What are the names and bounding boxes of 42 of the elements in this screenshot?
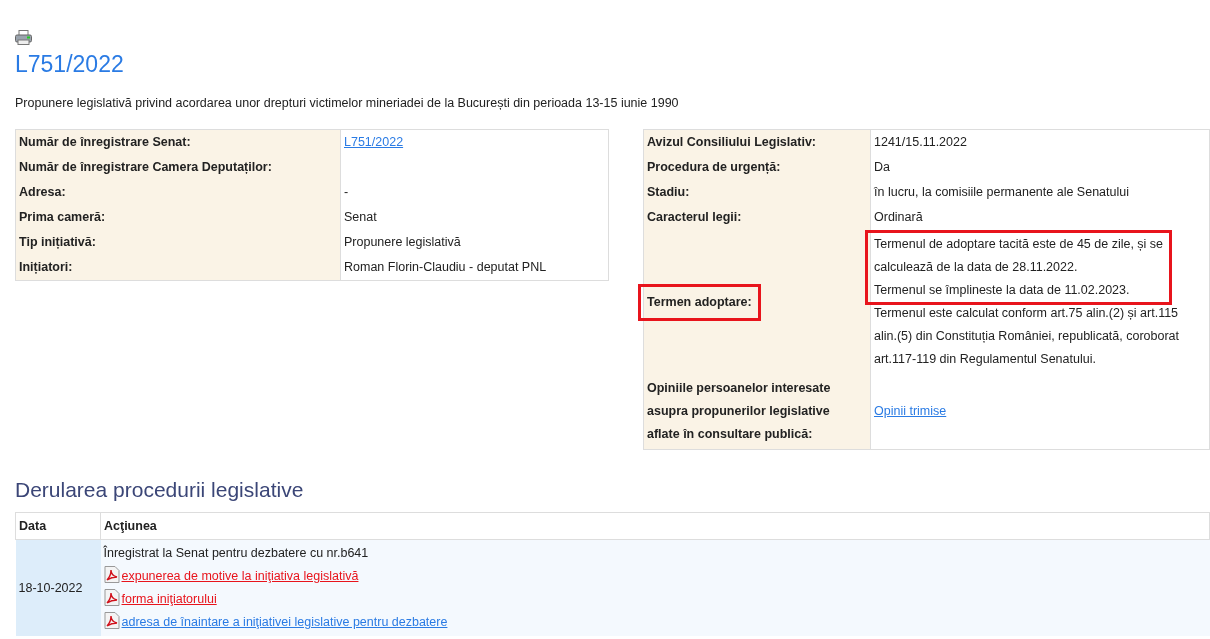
value-text: Propunere legislativă xyxy=(344,235,461,250)
field-label: Adresa: xyxy=(19,185,66,200)
field-label: Avizul Consiliului Legislativ: xyxy=(647,135,816,150)
pdf-icon xyxy=(103,612,120,630)
description-text: Propunere legislativă privind acordarea unor drepturi victimelor mineriadei de la București din perioada 13-15 iunie 1990 xyxy=(15,95,680,113)
value-text: Senat xyxy=(344,210,377,225)
field-label: Număr de înregistrare Senat: xyxy=(19,135,191,150)
pdf-icon xyxy=(103,566,120,584)
column-header: Data xyxy=(15,512,101,540)
action-text: Înregistrat la Senat pentru dezbatere cu nr.b641 xyxy=(103,546,369,561)
note-text: calculează de la data de 28.11.2022. xyxy=(874,259,1079,277)
field-label: Procedura de urgență: xyxy=(647,160,781,175)
section-heading: Derularea procedurii legislative xyxy=(15,477,305,504)
note-text: Termenul este calculat conform art.75 alin.(2) și art.115 xyxy=(874,305,1180,323)
note-text: alin.(5) din Constituția României, republicată, coroborat xyxy=(874,328,1181,346)
document-link[interactable]: forma iniţiatorului xyxy=(121,592,217,607)
note-text: Termenul de adoptare tacită este de 45 de zile, și se xyxy=(874,236,1164,254)
value-text: Ordinară xyxy=(874,210,923,225)
field-label: Opiniile persoanelor interesate asupra propunerilor legislative aflate în consultare publică: xyxy=(647,380,832,444)
document-link[interactable]: expunerea de motive la iniţiativa legislativă xyxy=(121,569,359,584)
value-link[interactable]: Opinii trimise xyxy=(874,404,947,419)
column-header: Acţiunea xyxy=(100,512,1210,540)
value-text: - xyxy=(344,185,349,200)
field-label: Prima cameră: xyxy=(19,210,106,225)
value-text: în lucru, la comisiile permanente ale Senatului xyxy=(874,185,1129,200)
field-label: Termen adoptare: xyxy=(638,283,761,321)
value-text: 1241/15.11.2022 xyxy=(874,135,967,150)
value-link[interactable]: L751/2022 xyxy=(344,135,404,150)
field-label: Stadiu: xyxy=(647,185,690,200)
value-text: Da xyxy=(874,160,890,175)
field-label: Caracterul legii: xyxy=(647,210,742,225)
value-text: Roman Florin-Claudiu - deputat PNL xyxy=(344,260,547,275)
note-text: art.117-119 din Regulamentul Senatului. xyxy=(874,351,1097,369)
document-link[interactable]: adresa de înaintare a iniţiativei legislative pentru dezbatere xyxy=(121,615,448,630)
pdf-icon xyxy=(103,589,120,607)
field-label: Tip inițiativă: xyxy=(19,235,96,250)
note-text: Termenul se împlineste la data de 11.02.2023. xyxy=(874,282,1131,300)
field-label: Inițiatori: xyxy=(19,260,73,275)
field-label: Număr de înregistrare Camera Deputaților: xyxy=(19,160,272,175)
date-text: 18-10-2022 xyxy=(18,580,83,595)
printer-icon[interactable] xyxy=(15,30,32,46)
page-title: L751/2022 xyxy=(15,50,125,79)
